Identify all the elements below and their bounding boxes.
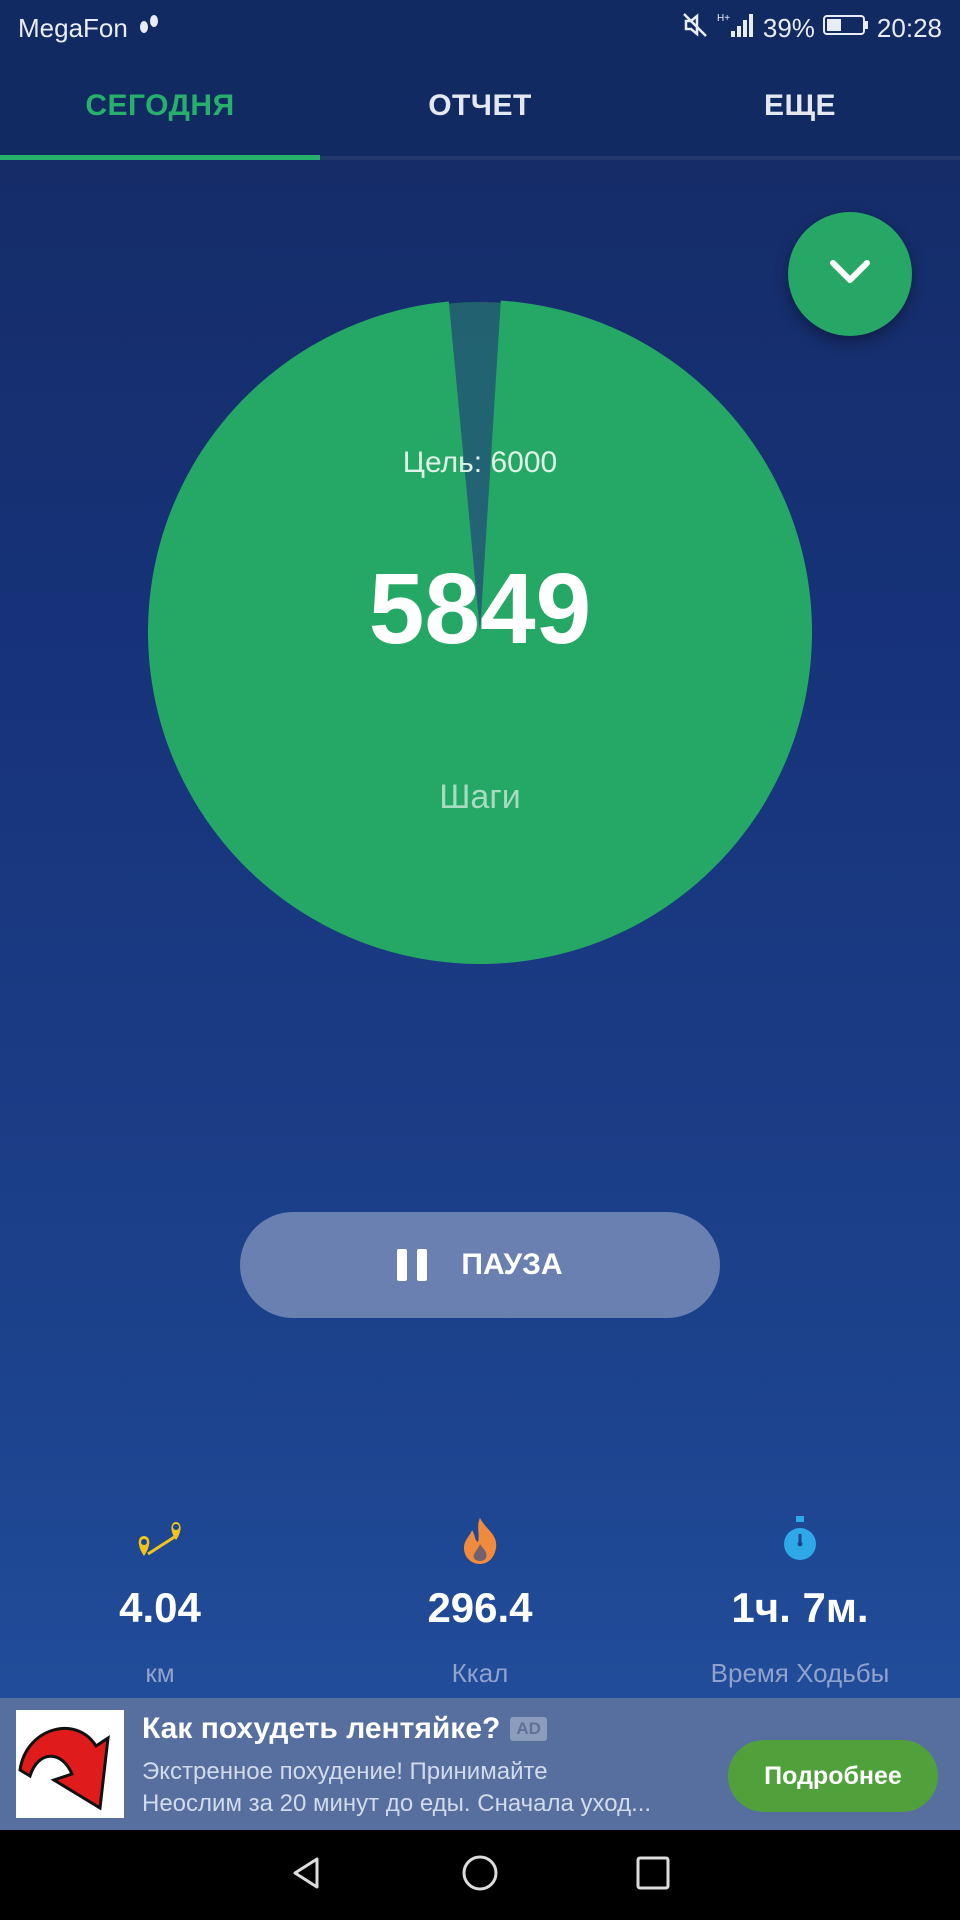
ad-description-line: Экстренное похудение! Принимайте	[142, 1758, 548, 1785]
svg-text:H+: H+	[717, 13, 730, 24]
back-icon	[287, 1853, 327, 1898]
pause-icon	[397, 1249, 428, 1281]
home-icon	[460, 1853, 500, 1898]
chevron-down-icon	[823, 245, 877, 304]
map-pin-route-icon	[130, 1510, 190, 1570]
goal-text: Цель: 6000	[402, 446, 558, 479]
stats-row: 4.04 км 296.4 Ккал 1ч. 7м. Время Ходьбы	[0, 1510, 960, 1690]
stat-walking-time: 1ч. 7м. Время Ходьбы	[640, 1510, 960, 1690]
ad-cta-button[interactable]: Подробнее	[728, 1740, 938, 1812]
ad-description-line: Неослим за 20 минут до еды. Сначала уход…	[142, 1790, 652, 1817]
pause-button[interactable]: ПАУЗА	[240, 1212, 720, 1318]
walking-time-label: Время Ходьбы	[710, 1658, 890, 1688]
ad-title-row: Как похудеть лентяйке? AD	[142, 1712, 547, 1746]
back-button[interactable]	[277, 1845, 337, 1905]
ad-badge: AD	[510, 1717, 547, 1741]
ad-description: Экстренное похудение! Принимайте Неослим…	[142, 1756, 702, 1820]
flame-icon	[450, 1510, 510, 1570]
system-nav-bar	[0, 1830, 960, 1920]
ad-image[interactable]	[16, 1710, 124, 1818]
carrier-name: MegaFon	[18, 12, 128, 43]
mute-icon	[681, 11, 709, 46]
signal-icon: H+	[717, 11, 755, 46]
distance-label: км	[145, 1658, 175, 1688]
status-bar: MegaFon H+ 39% 20:28	[0, 0, 960, 56]
battery-percent: 39%	[762, 12, 815, 43]
step-count: 5849	[368, 553, 592, 665]
tab-report[interactable]: ОТЧЕТ	[320, 56, 640, 156]
tab-today[interactable]: СЕГОДНЯ	[0, 56, 320, 160]
walking-time-value: 1ч. 7м.	[731, 1584, 869, 1631]
footsteps-icon	[136, 12, 162, 45]
stopwatch-icon	[770, 1510, 830, 1570]
clock: 20:28	[876, 12, 942, 43]
stat-distance: 4.04 км	[0, 1510, 320, 1690]
calories-label: Ккал	[451, 1658, 509, 1688]
stat-calories: 296.4 Ккал	[320, 1510, 640, 1690]
ad-banner[interactable]: Как похудеть лентяйке? AD Экстренное пох…	[0, 1698, 960, 1830]
distance-value: 4.04	[119, 1584, 201, 1631]
steps-label: Шаги	[439, 778, 521, 816]
tab-more[interactable]: ЕЩЕ	[640, 56, 960, 156]
home-button[interactable]	[450, 1845, 510, 1905]
pause-label: ПАУЗА	[461, 1248, 563, 1281]
battery-icon	[822, 13, 869, 44]
collapse-button[interactable]	[788, 212, 912, 336]
ad-title[interactable]: Как похудеть лентяйке?	[142, 1712, 500, 1746]
tab-bar: СЕГОДНЯ ОТЧЕТ ЕЩЕ	[0, 56, 960, 160]
recents-icon	[633, 1853, 673, 1898]
recents-button[interactable]	[623, 1845, 683, 1905]
calories-value: 296.4	[427, 1584, 533, 1631]
